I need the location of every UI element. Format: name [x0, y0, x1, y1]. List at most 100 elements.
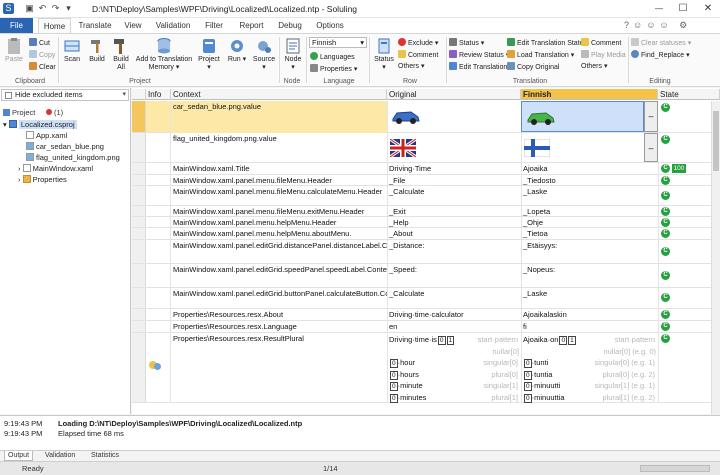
maximize-button[interactable]: ☐ [671, 0, 695, 18]
tab-validation-output[interactable]: Validation [42, 451, 78, 460]
finnish-cell[interactable]: Ajoaikalaskin [521, 309, 658, 321]
tree-item-project[interactable]: ▾ Localized.csproj [3, 120, 77, 130]
finnish-cell[interactable]: _Laske [521, 186, 658, 198]
tree-item-mainwindow[interactable]: › MainWindow.xaml [18, 164, 93, 174]
languages-button[interactable]: Languages [310, 52, 355, 62]
source-button[interactable]: Source ▾ [251, 37, 277, 72]
header-state[interactable]: State [658, 89, 720, 100]
scrollbar-thumb[interactable] [713, 111, 719, 171]
clear-button[interactable]: Clear [29, 62, 56, 72]
finnish-cell[interactable]: _Lopeta [521, 206, 658, 218]
language-select[interactable]: Finnish ▾ [309, 37, 367, 48]
finnish-cell[interactable]: _Laske [521, 288, 658, 300]
find-replace-button[interactable]: Find_Replace ▾ [631, 50, 690, 60]
exclude-button[interactable]: Exclude ▾ [398, 38, 438, 48]
table-row[interactable]: MainWindow.xaml.Title Driving·Time Ajoai… [132, 163, 720, 175]
table-row[interactable]: MainWindow.xaml.panel.editGrid.speedPane… [132, 264, 720, 288]
table-row[interactable]: MainWindow.xaml.panel.editGrid.distanceP… [132, 240, 720, 264]
finnish-cell[interactable]: _Etäisyys: [521, 240, 658, 252]
status2-button[interactable]: Status ▾ [449, 38, 484, 48]
run-button[interactable]: Run ▾ [226, 37, 248, 64]
tab-project[interactable]: Project [3, 108, 35, 117]
comment-button[interactable]: Comment [398, 50, 438, 60]
grid-scrollbar[interactable] [711, 101, 720, 414]
tab-home[interactable]: Home [38, 18, 71, 33]
table-row[interactable]: Properties\Resources.resx.ResultPlural D… [132, 333, 720, 403]
clear-statuses-button[interactable]: Clear statuses ▾ [631, 38, 691, 48]
status-button[interactable]: Status ▾ [372, 37, 396, 72]
table-row[interactable]: MainWindow.xaml.panel.menu.helpMenu.Head… [132, 217, 720, 228]
table-row[interactable]: Properties\Resources.resx.About Driving·… [132, 309, 720, 321]
tree-item-app-xaml[interactable]: App.xaml [26, 131, 67, 141]
load-translation-button[interactable]: Load Translation ▾ [507, 50, 574, 60]
image-edit-button[interactable]: – [644, 101, 658, 132]
tree-item-flag-png[interactable]: flag_united_kingdom.png [26, 153, 120, 163]
comment2-button[interactable]: Comment [581, 38, 621, 48]
cut-button[interactable]: Cut [29, 38, 50, 48]
tab-output[interactable]: Output [4, 451, 34, 461]
finnish-cell-selected[interactable] [521, 101, 644, 132]
tab-validation[interactable]: Validation [150, 18, 196, 33]
others2-button[interactable]: Others ▾ [581, 62, 607, 71]
undo-icon[interactable]: ↶ [37, 3, 48, 14]
add-to-translation-memory-button[interactable]: Add to Translation Memory ▾ [134, 37, 194, 72]
tab-view[interactable]: View [119, 18, 147, 33]
project-pane: Hide excluded items ▾ Project (1) ▾ Local… [0, 88, 131, 414]
hide-excluded-dropdown[interactable]: Hide excluded items ▾ [1, 89, 129, 101]
state-icon: C [661, 247, 670, 256]
review-status-button[interactable]: Review Status ▾ [449, 50, 509, 60]
finnish-cell[interactable]: _Ohje [521, 217, 658, 229]
header-original[interactable]: Original [387, 89, 521, 100]
finnish-cell[interactable] [521, 133, 644, 163]
table-row[interactable]: car_sedan_blue.png.value – C [132, 101, 720, 133]
finnish-cell[interactable]: fi [521, 321, 658, 333]
tab-options[interactable]: Options [310, 18, 350, 33]
play-media-button[interactable]: Play Media [581, 50, 626, 60]
others-button[interactable]: Others ▾ [398, 62, 424, 71]
table-row[interactable]: MainWindow.xaml.panel.menu.fileMenu.exit… [132, 206, 720, 217]
finnish-cell[interactable]: _Nopeus: [521, 264, 658, 276]
customize-icon[interactable]: ▾ [63, 3, 74, 14]
tab-debug[interactable]: Debug [274, 18, 306, 33]
tab-filter[interactable]: Filter [199, 18, 229, 33]
tab-file[interactable]: File [0, 18, 33, 33]
table-row[interactable]: MainWindow.xaml.panel.menu.helpMenu.abou… [132, 228, 720, 240]
scan-button[interactable]: Scan [61, 37, 83, 64]
save-icon[interactable]: ▣ [24, 3, 35, 14]
tab-bar-icons[interactable]: ?☺☺☺ ⚙ [624, 20, 716, 31]
table-row[interactable]: MainWindow.xaml.panel.editGrid.buttonPan… [132, 288, 720, 309]
finnish-cell[interactable]: Ajoaika [521, 163, 658, 175]
tab-translate[interactable]: Translate [74, 18, 116, 33]
node-button[interactable]: Node ▾ [282, 37, 304, 72]
copy-original-button[interactable]: Copy Original [507, 62, 559, 72]
tab-issues[interactable]: (1) [46, 108, 63, 117]
edit-translation-button[interactable]: Edit Translation [449, 62, 507, 72]
project-button[interactable]: Project ▾ [196, 37, 222, 72]
table-row[interactable]: MainWindow.xaml.panel.menu.fileMenu.Head… [132, 175, 720, 186]
close-button[interactable]: ✕ [696, 0, 720, 18]
table-row[interactable]: MainWindow.xaml.panel.menu.fileMenu.calc… [132, 186, 720, 206]
redo-icon[interactable]: ↷ [50, 3, 61, 14]
tree-item-car-png[interactable]: car_sedan_blue.png [26, 142, 104, 152]
table-row[interactable]: flag_united_kingdom.png.value – C [132, 133, 720, 163]
copy-button[interactable]: Copy [29, 50, 55, 60]
finnish-cell[interactable]: _Tietoa [521, 228, 658, 240]
image-edit-button[interactable]: – [644, 133, 658, 162]
finnish-cell[interactable]: _Tiedosto [521, 175, 658, 187]
tab-report[interactable]: Report [234, 18, 269, 33]
header-context[interactable]: Context [171, 89, 387, 100]
zoom-slider[interactable] [640, 465, 710, 472]
table-row[interactable]: Properties\Resources.resx.Language en fi… [132, 321, 720, 333]
build-all-button[interactable]: Build All [110, 37, 132, 72]
properties-button[interactable]: Properties ▾ [310, 64, 357, 74]
state-icon: C [661, 176, 670, 185]
header-finnish[interactable]: Finnish [521, 89, 658, 100]
minimize-button[interactable]: — [647, 0, 671, 18]
build-button[interactable]: Build [86, 37, 108, 64]
tab-statistics[interactable]: Statistics [88, 451, 122, 460]
paste-button[interactable]: Paste [3, 37, 25, 64]
header-info[interactable]: Info [146, 89, 171, 100]
tree-item-properties[interactable]: › Properties [18, 175, 67, 185]
edit-translation-state-button[interactable]: Edit Translation State [507, 38, 584, 48]
finnish-plural-cell[interactable]: Ajoaika·on 0 1 start·pattern nullar[0] (e.g… [521, 333, 658, 403]
